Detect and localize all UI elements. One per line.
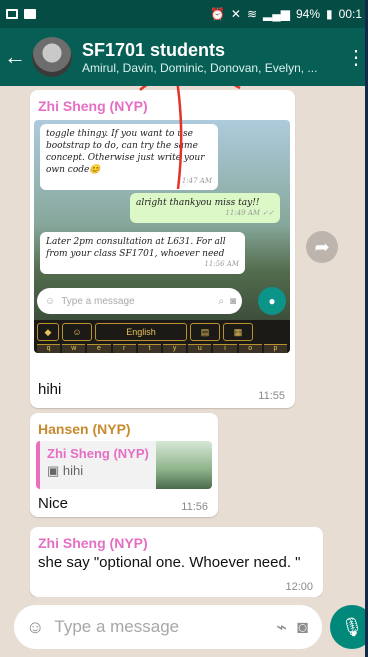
group-title: SF1701 students — [82, 39, 226, 60]
key: i — [213, 344, 237, 353]
camera-icon[interactable]: ◙ — [297, 617, 308, 638]
photo-icon: ▣ — [47, 463, 60, 478]
message-input-box[interactable]: ☺ ⌁ ◙ — [14, 605, 322, 649]
back-arrow-icon[interactable]: ← — [0, 44, 30, 70]
image-input-bar: ☺ Type a message ⌕ ◙ — [37, 288, 242, 314]
emoji-icon[interactable]: ☺ — [26, 617, 44, 638]
key: u — [188, 344, 212, 353]
keyboard-logo-icon: ◆ — [37, 323, 59, 341]
image-bubble-text: toggle thingy. If you want to use bootst… — [46, 129, 205, 176]
quoted-thumbnail — [156, 441, 212, 489]
keyboard-language: English — [95, 323, 187, 341]
mute-icon: ✕ — [230, 7, 241, 21]
attach-icon[interactable]: ⌁ — [276, 617, 287, 638]
image-bubble-time: 11:47 AM — [177, 176, 212, 185]
message-time: 11:56 — [181, 501, 208, 513]
keyboard-grid-icon: ▦ — [223, 323, 253, 341]
key: q — [37, 344, 61, 353]
group-avatar[interactable] — [32, 37, 72, 77]
battery-percent: 94% — [296, 7, 321, 21]
key: t — [137, 344, 162, 353]
clock: 00:1 — [338, 7, 362, 21]
message-bubble[interactable]: Zhi Sheng (NYP) toggle thingy. If you wa… — [30, 90, 295, 408]
image-bubble-3: Later 2pm consultation at L631. For all … — [40, 232, 245, 274]
sender-name: Zhi Sheng (NYP) — [38, 535, 148, 551]
message-bubble[interactable]: Zhi Sheng (NYP) she say "optional one. W… — [30, 527, 323, 597]
message-time: 11:55 — [258, 390, 285, 402]
emoji-icon: ☺ — [45, 295, 56, 307]
key: p — [263, 344, 288, 353]
image-bubble-time: 11:49 AM ✓✓ — [225, 209, 274, 218]
chat-area[interactable]: Zhi Sheng (NYP) toggle thingy. If you wa… — [0, 86, 365, 597]
image-bubble-text: Later 2pm consultation at L631. For all … — [46, 237, 226, 260]
key: w — [62, 344, 86, 353]
forward-icon[interactable]: ➦ — [306, 231, 338, 263]
message-text: she say "optional one. Whoever need. " — [38, 554, 301, 571]
chat-header: ← SF1701 students Amirul, Davin, Dominic… — [0, 28, 365, 86]
quoted-message[interactable]: Zhi Sheng (NYP) ▣ hihi — [36, 441, 212, 489]
keyboard-row: q w e r t y u i o p — [34, 344, 290, 353]
key: r — [112, 344, 136, 353]
key: e — [87, 344, 111, 353]
key: y — [163, 344, 187, 353]
image-bubble-2: alright thankyou miss tay!! 11:49 AM ✓✓ — [130, 193, 280, 223]
image-mic-icon: ● — [258, 287, 286, 315]
sender-name: Hansen (NYP) — [38, 421, 131, 437]
image-keyboard: ◆ ☺ English ▤ ▦ q w e r t y u i o p — [34, 320, 290, 353]
key: o — [238, 344, 262, 353]
status-bar: ⏰ ✕ ≋ ▂▄▆ 94% ▮ 00:1 — [0, 0, 365, 28]
keyboard-clipboard-icon: ▤ — [190, 323, 220, 341]
camera-icon: ◙ — [229, 295, 236, 307]
message-input[interactable] — [54, 617, 225, 637]
alarm-icon: ⏰ — [209, 7, 225, 21]
gallery-notification-icon — [6, 9, 18, 19]
keyboard-emoji-icon: ☺ — [62, 323, 92, 341]
signal-icon: ▂▄▆ — [263, 7, 290, 21]
message-text: hihi — [38, 381, 62, 398]
message-bubble[interactable]: Hansen (NYP) Zhi Sheng (NYP) ▣ hihi Nice… — [30, 413, 218, 517]
image-bubble-text: alright thankyou miss tay!! — [136, 198, 260, 208]
media-notification-icon — [24, 9, 36, 19]
image-bubble-time: 11:56 AM — [204, 260, 239, 269]
image-input-placeholder: Type a message — [61, 295, 135, 307]
attach-icon: ⌕ — [218, 295, 224, 307]
quoted-text: hihi — [62, 463, 84, 478]
sender-name: Zhi Sheng (NYP) — [38, 98, 148, 114]
group-info[interactable]: SF1701 students Amirul, Davin, Dominic, … — [82, 40, 344, 75]
wifi-icon: ≋ — [246, 7, 258, 21]
message-text: Nice — [38, 495, 69, 512]
message-time: 12:00 — [285, 581, 313, 593]
message-input-bar: ☺ ⌁ ◙ 🎙 — [0, 597, 365, 657]
phone-screen: ⏰ ✕ ≋ ▂▄▆ 94% ▮ 00:1 ← SF1701 students A… — [0, 0, 368, 657]
image-attachment[interactable]: toggle thingy. If you want to use bootst… — [34, 120, 290, 353]
more-options-icon[interactable]: ⋮ — [344, 45, 365, 70]
battery-icon: ▮ — [326, 7, 333, 21]
mic-button[interactable]: 🎙 — [330, 605, 365, 649]
group-members: Amirul, Davin, Dominic, Donovan, Evelyn,… — [82, 60, 318, 75]
image-bubble-1: toggle thingy. If you want to use bootst… — [40, 124, 218, 190]
